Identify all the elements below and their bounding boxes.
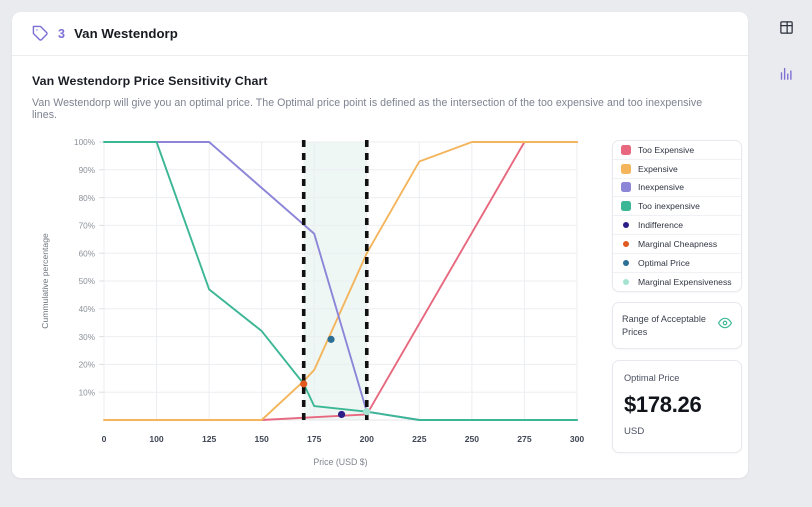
x-axis-tick-label: 225 xyxy=(412,434,427,444)
chart-heading-block: Van Westendorp Price Sensitivity Chart V… xyxy=(12,56,748,121)
chart-svg: 10% 20% 30% 40% 50% 60% 70% 80% 90% 100% Cummulati… xyxy=(32,130,592,470)
legend-item-label: Indifference xyxy=(638,220,683,230)
y-axis-tick-label: 70% xyxy=(79,222,95,231)
legend-item[interactable]: Marginal Expensiveness xyxy=(613,273,741,292)
legend-item[interactable]: Expensive xyxy=(613,160,741,179)
legend-swatch-square xyxy=(621,145,631,155)
legend-swatch-square xyxy=(621,201,631,211)
legend-swatch-dot xyxy=(623,222,629,228)
legend-item-label: Marginal Expensiveness xyxy=(638,277,732,287)
y-axis-tick-label: 20% xyxy=(79,361,95,370)
legend-swatch-square xyxy=(621,182,631,192)
optimal-price-card: Optimal Price $178.26 USD xyxy=(612,360,742,453)
y-axis-tick-label: 10% xyxy=(79,388,95,397)
chart-marker[interactable] xyxy=(327,336,334,343)
price-sensitivity-chart: 10% 20% 30% 40% 50% 60% 70% 80% 90% 100% Cummulati… xyxy=(32,130,592,470)
x-axis-tick-label: 200 xyxy=(360,434,375,444)
legend-item[interactable]: Too Expensive xyxy=(613,141,741,160)
card-index: 3 xyxy=(58,27,65,41)
legend-item[interactable]: Indifference xyxy=(613,216,741,235)
page-title: Van Westendorp xyxy=(74,26,178,41)
x-axis-tick-label: 300 xyxy=(570,434,585,444)
van-westendorp-card: 3 Van Westendorp Van Westendorp Price Se… xyxy=(12,12,748,478)
legend-item[interactable]: Optimal Price xyxy=(613,254,741,273)
x-axis-tick-label: 275 xyxy=(517,434,532,444)
app-root: 3 Van Westendorp Van Westendorp Price Se… xyxy=(0,0,812,507)
y-axis-tick-label: 40% xyxy=(79,305,95,314)
x-axis-title: Price (USD $) xyxy=(313,457,367,467)
chart-subtitle: Van Westendorp will give you an optimal … xyxy=(32,97,728,121)
y-axis-tick-label: 30% xyxy=(79,333,95,342)
legend-item[interactable]: Marginal Cheapness xyxy=(613,235,741,254)
range-of-acceptable-prices-card[interactable]: Range of Acceptable Prices xyxy=(612,302,742,349)
table-icon[interactable] xyxy=(771,12,801,42)
chart-marker[interactable] xyxy=(363,408,370,415)
card-header: 3 Van Westendorp xyxy=(12,12,748,56)
chart-title: Van Westendorp Price Sensitivity Chart xyxy=(32,74,728,88)
chart-side-rail: Too Expensive Expensive Inexpensive Too ine… xyxy=(612,140,742,453)
y-axis-tick-label: 80% xyxy=(79,194,95,203)
y-axis-tick-label: 50% xyxy=(79,277,95,286)
legend-item[interactable]: Too inexpensive xyxy=(613,197,741,216)
eye-icon[interactable] xyxy=(718,316,732,335)
legend-item-label: Optimal Price xyxy=(638,258,690,268)
legend-item[interactable]: Inexpensive xyxy=(613,179,741,198)
tag-icon xyxy=(32,25,58,42)
legend-swatch-dot xyxy=(623,279,629,285)
view-switcher xyxy=(760,12,812,104)
legend-item-label: Too Expensive xyxy=(638,145,694,155)
x-axis-tick-label: 0 xyxy=(102,434,107,444)
optimal-price-value: $178.26 xyxy=(624,392,730,418)
x-axis-tick-label: 150 xyxy=(254,434,269,444)
legend-item-label: Marginal Cheapness xyxy=(638,239,717,249)
chart-marker[interactable] xyxy=(338,411,345,418)
legend-item-label: Too inexpensive xyxy=(638,201,700,211)
y-axis-tick-label: 90% xyxy=(79,166,95,175)
x-axis-tick-label: 250 xyxy=(465,434,480,444)
optimal-price-label: Optimal Price xyxy=(624,373,730,383)
legend-swatch-dot xyxy=(623,260,629,266)
y-axis-tick-label: 100% xyxy=(74,138,95,147)
legend-item-label: Inexpensive xyxy=(638,182,684,192)
y-axis-tick-label: 60% xyxy=(79,249,95,258)
x-axis-tick-label: 125 xyxy=(202,434,217,444)
legend-swatch-dot xyxy=(623,241,629,247)
range-label: Range of Acceptable Prices xyxy=(622,313,707,338)
bar-chart-icon[interactable] xyxy=(771,58,801,88)
x-axis-tick-label: 175 xyxy=(307,434,322,444)
chart-marker[interactable] xyxy=(300,380,307,387)
legend-swatch-square xyxy=(621,164,631,174)
chart-legend: Too Expensive Expensive Inexpensive Too ine… xyxy=(612,140,742,292)
x-axis-tick-label: 100 xyxy=(149,434,164,444)
legend-item-label: Expensive xyxy=(638,164,678,174)
optimal-price-currency: USD xyxy=(624,426,730,437)
y-axis-title: Cummulative percentage xyxy=(40,233,50,329)
